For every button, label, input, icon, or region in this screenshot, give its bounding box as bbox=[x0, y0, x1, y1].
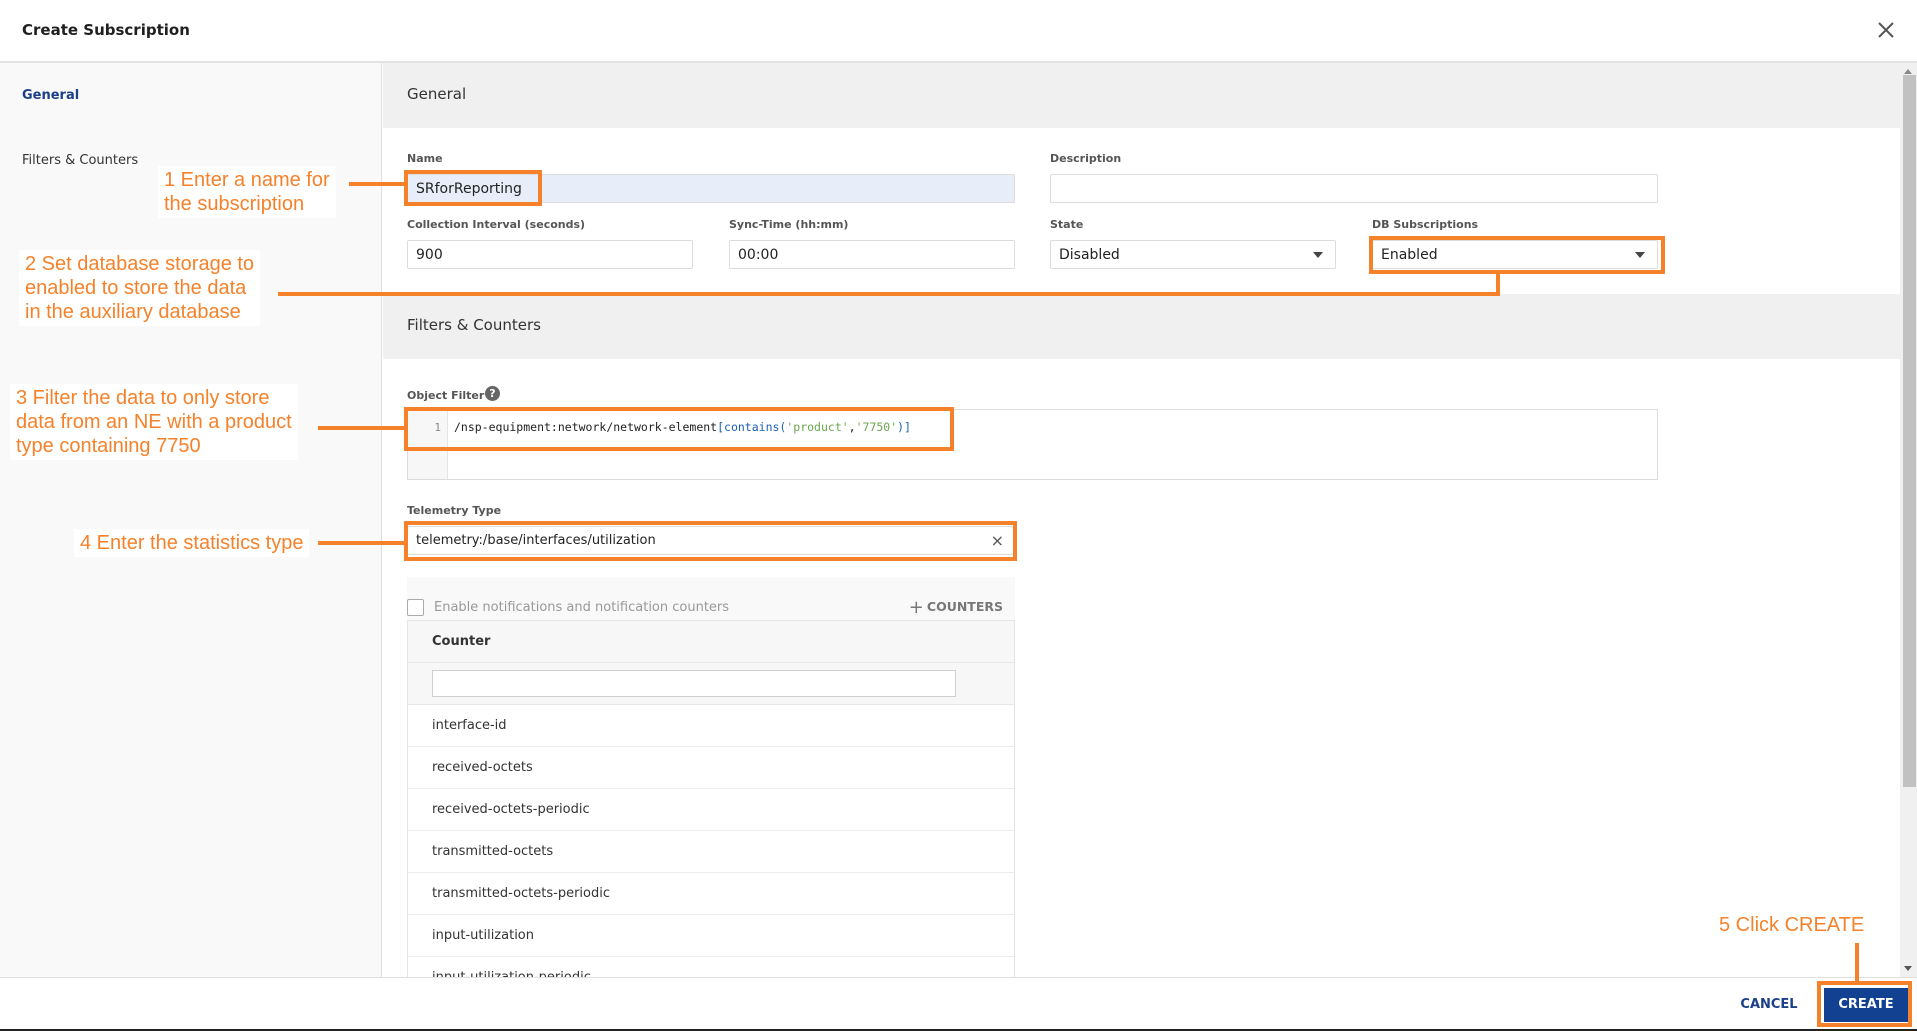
object-filter-label: Object Filter bbox=[407, 389, 485, 402]
table-row[interactable]: received-octets-periodic bbox=[408, 789, 1014, 831]
annotation-step-1: 1 Enter a name for the subscription bbox=[158, 166, 336, 218]
counter-name: interface-id bbox=[432, 718, 507, 733]
dialog-header: Create Subscription bbox=[0, 0, 1917, 63]
telemetry-type-label: Telemetry Type bbox=[407, 504, 502, 517]
telemetry-type-value: telemetry:/base/interfaces/utilization bbox=[416, 533, 656, 548]
code-path: /nsp-equipment:network/network-element bbox=[454, 420, 718, 434]
chevron-down-icon bbox=[1313, 252, 1323, 258]
annotation-step-4: 4 Enter the statistics type bbox=[74, 529, 310, 557]
sync-time-input[interactable]: 00:00 bbox=[729, 240, 1015, 269]
table-row[interactable]: input-utilization-periodic bbox=[408, 957, 1014, 977]
line-number: 1 bbox=[434, 421, 441, 434]
table-row[interactable]: received-octets bbox=[408, 747, 1014, 789]
section-title: Filters & Counters bbox=[407, 316, 541, 334]
notifications-label: Enable notifications and notification co… bbox=[434, 600, 730, 615]
annotation-connector bbox=[1496, 272, 1500, 296]
dialog-footer: CANCEL CREATE bbox=[0, 977, 1917, 1029]
scroll-down-icon[interactable] bbox=[1904, 966, 1912, 971]
collection-interval-input[interactable]: 900 bbox=[407, 240, 693, 269]
create-button[interactable]: CREATE bbox=[1824, 988, 1908, 1022]
state-select[interactable]: Disabled bbox=[1050, 240, 1336, 269]
annotation-step-2: 2 Set database storage to enabled to sto… bbox=[19, 250, 261, 326]
plus-icon: + bbox=[908, 597, 924, 618]
section-header-filters: Filters & Counters bbox=[383, 294, 1900, 359]
state-label: State bbox=[1050, 218, 1084, 231]
annotation-connector bbox=[318, 426, 407, 430]
counter-name: received-octets-periodic bbox=[432, 802, 590, 817]
counter-filter-row bbox=[408, 663, 1014, 705]
help-icon[interactable]: ? bbox=[485, 386, 500, 401]
telemetry-type-input[interactable]: telemetry:/base/interfaces/utilization × bbox=[407, 526, 1015, 555]
object-filter-editor[interactable]: 1 /nsp-equipment:network/network-element… bbox=[407, 409, 1658, 480]
annotation-connector bbox=[278, 292, 1500, 296]
db-subscriptions-label: DB Subscriptions bbox=[1372, 218, 1479, 231]
code-arg1: 'product' bbox=[786, 420, 849, 434]
dialog-title: Create Subscription bbox=[22, 21, 190, 39]
section-title: General bbox=[407, 85, 467, 103]
table-row[interactable]: interface-id bbox=[408, 705, 1014, 747]
sidebar-item-filters-counters[interactable]: Filters & Counters bbox=[22, 153, 138, 168]
annotation-connector bbox=[318, 541, 407, 545]
code-open: [contains( bbox=[717, 420, 787, 434]
cancel-button[interactable]: CANCEL bbox=[1732, 990, 1806, 1020]
annotation-step-5: 5 Click CREATE bbox=[1713, 911, 1871, 939]
add-counters-button[interactable]: + COUNTERS bbox=[909, 597, 1003, 618]
annotation-step-3: 3 Filter the data to only store data fro… bbox=[10, 384, 298, 460]
close-icon[interactable] bbox=[1874, 18, 1898, 42]
table-row[interactable]: transmitted-octets-periodic bbox=[408, 873, 1014, 915]
sidebar-item-general[interactable]: General bbox=[22, 88, 79, 103]
code-comma: , bbox=[848, 420, 856, 434]
object-filter-code: /nsp-equipment:network/network-element[c… bbox=[454, 420, 911, 434]
section-header-general: General bbox=[383, 63, 1900, 128]
scrollbar-thumb[interactable] bbox=[1903, 75, 1916, 787]
collection-interval-label: Collection Interval (seconds) bbox=[407, 218, 586, 231]
name-label: Name bbox=[407, 152, 443, 165]
column-header-counter: Counter bbox=[432, 634, 491, 649]
code-close: )] bbox=[897, 420, 912, 434]
notifications-checkbox[interactable] bbox=[407, 599, 424, 616]
counter-filter-input[interactable] bbox=[432, 670, 956, 697]
db-subscriptions-select[interactable]: Enabled bbox=[1372, 240, 1658, 269]
table-row[interactable]: input-utilization bbox=[408, 915, 1014, 957]
annotation-connector bbox=[1855, 943, 1859, 983]
clear-icon[interactable]: × bbox=[991, 533, 1004, 549]
scroll-up-icon[interactable] bbox=[1904, 69, 1912, 74]
counter-name: input-utilization bbox=[432, 928, 534, 943]
editor-gutter: 1 bbox=[408, 410, 448, 479]
table-row[interactable]: transmitted-octets bbox=[408, 831, 1014, 873]
db-subscriptions-value: Enabled bbox=[1381, 247, 1438, 263]
scrollbar[interactable] bbox=[1900, 63, 1917, 977]
add-counters-label: COUNTERS bbox=[926, 599, 1003, 614]
counter-name: received-octets bbox=[432, 760, 533, 775]
chevron-down-icon bbox=[1635, 252, 1645, 258]
code-arg2: '7750' bbox=[855, 420, 898, 434]
description-label: Description bbox=[1050, 152, 1122, 165]
sync-time-label: Sync-Time (hh:mm) bbox=[729, 218, 849, 231]
state-value: Disabled bbox=[1059, 247, 1120, 263]
form-content: General Name SRforReporting Description … bbox=[383, 63, 1900, 977]
counter-table-header[interactable]: Counter bbox=[408, 621, 1014, 663]
description-input[interactable] bbox=[1050, 174, 1658, 203]
counter-table: Counter interface-id received-octets rec… bbox=[407, 620, 1015, 977]
annotation-connector bbox=[349, 182, 407, 186]
counter-name: input-utilization-periodic bbox=[432, 970, 591, 977]
counter-name: transmitted-octets-periodic bbox=[432, 886, 611, 901]
name-input[interactable]: SRforReporting bbox=[407, 174, 1015, 203]
counter-name: transmitted-octets bbox=[432, 844, 554, 859]
